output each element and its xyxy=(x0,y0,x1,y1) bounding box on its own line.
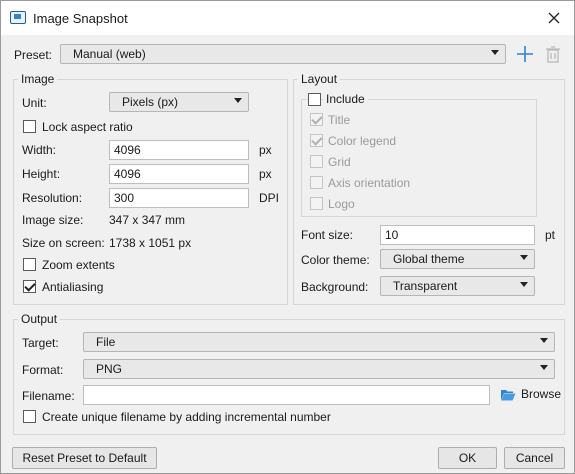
layout-group-title: Layout xyxy=(298,72,341,86)
format-label: Format: xyxy=(22,363,64,377)
app-icon xyxy=(10,11,26,24)
chevron-down-icon xyxy=(520,282,528,287)
image-snapshot-dialog: Image Snapshot Preset: Manual (web) Imag… xyxy=(0,0,575,474)
background-value: Transparent xyxy=(393,279,458,293)
folder-open-icon xyxy=(501,390,516,401)
height-input[interactable]: 4096 xyxy=(109,164,249,184)
antialiasing-label: Antialiasing xyxy=(42,280,104,294)
reset-preset-button[interactable]: Reset Preset to Default xyxy=(12,447,157,469)
format-value: PNG xyxy=(96,362,123,376)
axis-orientation-checkbox[interactable] xyxy=(310,176,323,189)
chevron-down-icon xyxy=(540,365,548,370)
output-group-title: Output xyxy=(18,312,61,326)
size-on-screen-value: 1738 x 1051 px xyxy=(109,236,192,250)
preset-dropdown[interactable]: Manual (web) xyxy=(60,44,506,64)
resolution-label: Resolution: xyxy=(22,191,83,205)
include-label: Include xyxy=(323,92,368,106)
color-theme-dropdown[interactable]: Global theme xyxy=(380,249,535,269)
chevron-down-icon xyxy=(234,98,242,103)
grid-checkbox[interactable] xyxy=(310,155,323,168)
cancel-button[interactable]: Cancel xyxy=(504,447,565,469)
font-size-input[interactable]: 10 xyxy=(380,225,535,245)
trash-icon xyxy=(546,46,560,63)
logo-label: Logo xyxy=(328,197,355,211)
image-size-label: Image size: xyxy=(22,213,84,227)
target-value: File xyxy=(96,335,116,349)
ok-button[interactable]: OK xyxy=(438,447,497,469)
chevron-down-icon xyxy=(540,338,548,343)
resolution-unit: DPI xyxy=(259,191,280,205)
grid-label: Grid xyxy=(328,155,351,169)
font-size-unit: pt xyxy=(545,228,556,242)
target-label: Target: xyxy=(22,336,59,350)
background-label: Background: xyxy=(301,280,369,294)
image-size-value: 347 x 347 mm xyxy=(109,213,186,227)
chevron-down-icon xyxy=(520,255,528,260)
preset-label: Preset: xyxy=(14,48,53,62)
filename-input[interactable] xyxy=(83,385,490,405)
font-size-label: Font size: xyxy=(301,228,354,242)
chevron-down-icon xyxy=(491,50,499,55)
zoom-extents-label: Zoom extents xyxy=(42,258,115,272)
unique-filename-label: Create unique filename by adding increme… xyxy=(42,410,331,424)
image-group-title: Image xyxy=(18,72,58,86)
browse-button[interactable]: Browse xyxy=(500,386,562,404)
unit-label: Unit: xyxy=(22,96,47,110)
preset-value: Manual (web) xyxy=(73,47,146,61)
resolution-input[interactable]: 300 xyxy=(109,188,249,208)
width-input[interactable]: 4096 xyxy=(109,140,249,160)
filename-label: Filename: xyxy=(22,389,75,403)
lock-aspect-checkbox[interactable] xyxy=(23,120,36,133)
unit-value: Pixels (px) xyxy=(122,95,179,109)
color-legend-checkbox[interactable] xyxy=(310,134,323,147)
background-dropdown[interactable]: Transparent xyxy=(380,276,535,296)
height-unit: px xyxy=(259,167,272,181)
color-theme-label: Color theme: xyxy=(301,253,370,267)
logo-checkbox[interactable] xyxy=(310,197,323,210)
delete-preset-button[interactable] xyxy=(542,43,564,65)
title-bar: Image Snapshot xyxy=(1,1,574,35)
color-theme-value: Global theme xyxy=(393,252,465,266)
window-title: Image Snapshot xyxy=(33,11,128,26)
browse-label: Browse xyxy=(521,387,562,401)
close-icon xyxy=(548,12,560,24)
axis-orientation-label: Axis orientation xyxy=(328,176,411,190)
title-option-label: Title xyxy=(328,113,351,127)
close-button[interactable] xyxy=(534,1,574,35)
plus-icon xyxy=(517,46,533,62)
include-checkbox[interactable] xyxy=(308,93,321,106)
target-dropdown[interactable]: File xyxy=(83,332,555,352)
color-legend-label: Color legend xyxy=(328,134,397,148)
title-checkbox[interactable] xyxy=(310,113,323,126)
zoom-extents-checkbox[interactable] xyxy=(23,258,36,271)
unique-filename-checkbox[interactable] xyxy=(23,410,36,423)
width-unit: px xyxy=(259,143,272,157)
antialiasing-checkbox[interactable] xyxy=(23,280,36,293)
format-dropdown[interactable]: PNG xyxy=(83,359,555,379)
size-on-screen-label: Size on screen: xyxy=(22,236,105,250)
width-label: Width: xyxy=(22,143,57,157)
height-label: Height: xyxy=(22,167,61,181)
lock-aspect-label: Lock aspect ratio xyxy=(42,120,133,134)
add-preset-button[interactable] xyxy=(514,43,536,65)
unit-dropdown[interactable]: Pixels (px) xyxy=(109,92,249,112)
